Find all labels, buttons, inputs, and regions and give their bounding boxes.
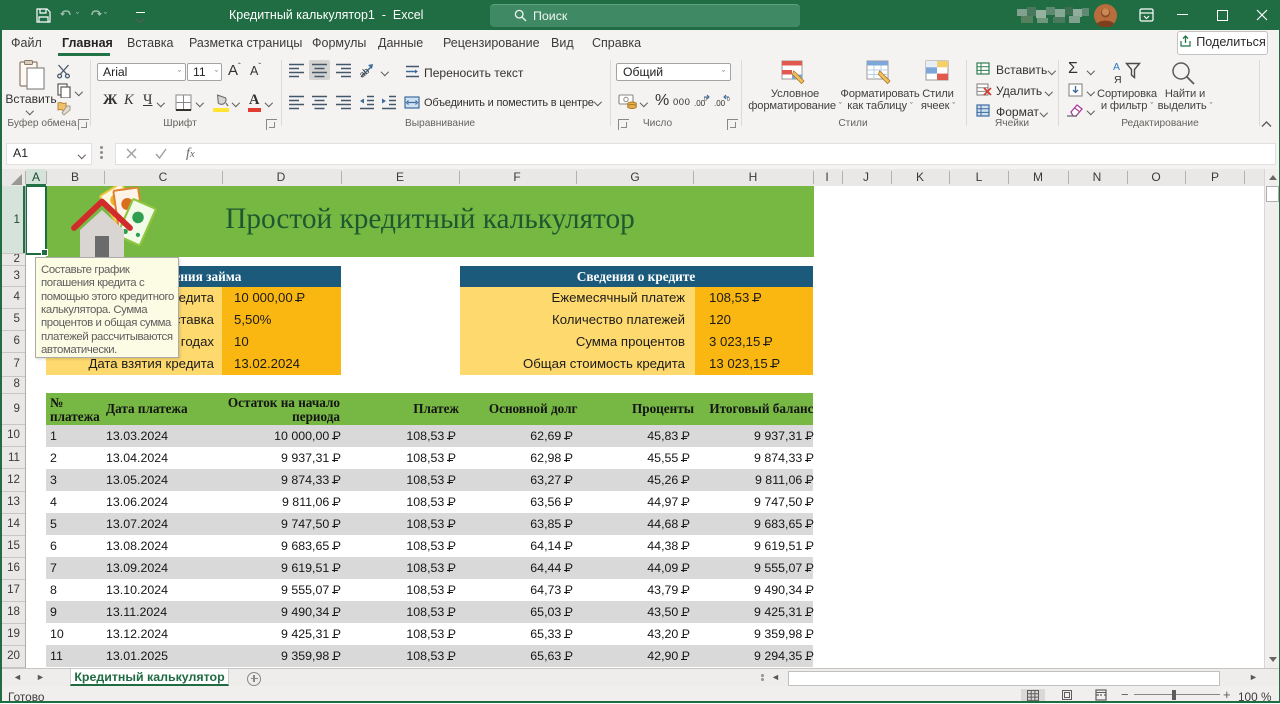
svg-text:А: А <box>1113 61 1120 73</box>
svg-text:0: 0 <box>727 97 730 103</box>
svg-text:0: 0 <box>704 97 707 103</box>
svg-text:ab: ab <box>359 66 371 79</box>
svg-text:Я: Я <box>1114 74 1122 86</box>
svg-text:.00: .00 <box>714 99 726 108</box>
